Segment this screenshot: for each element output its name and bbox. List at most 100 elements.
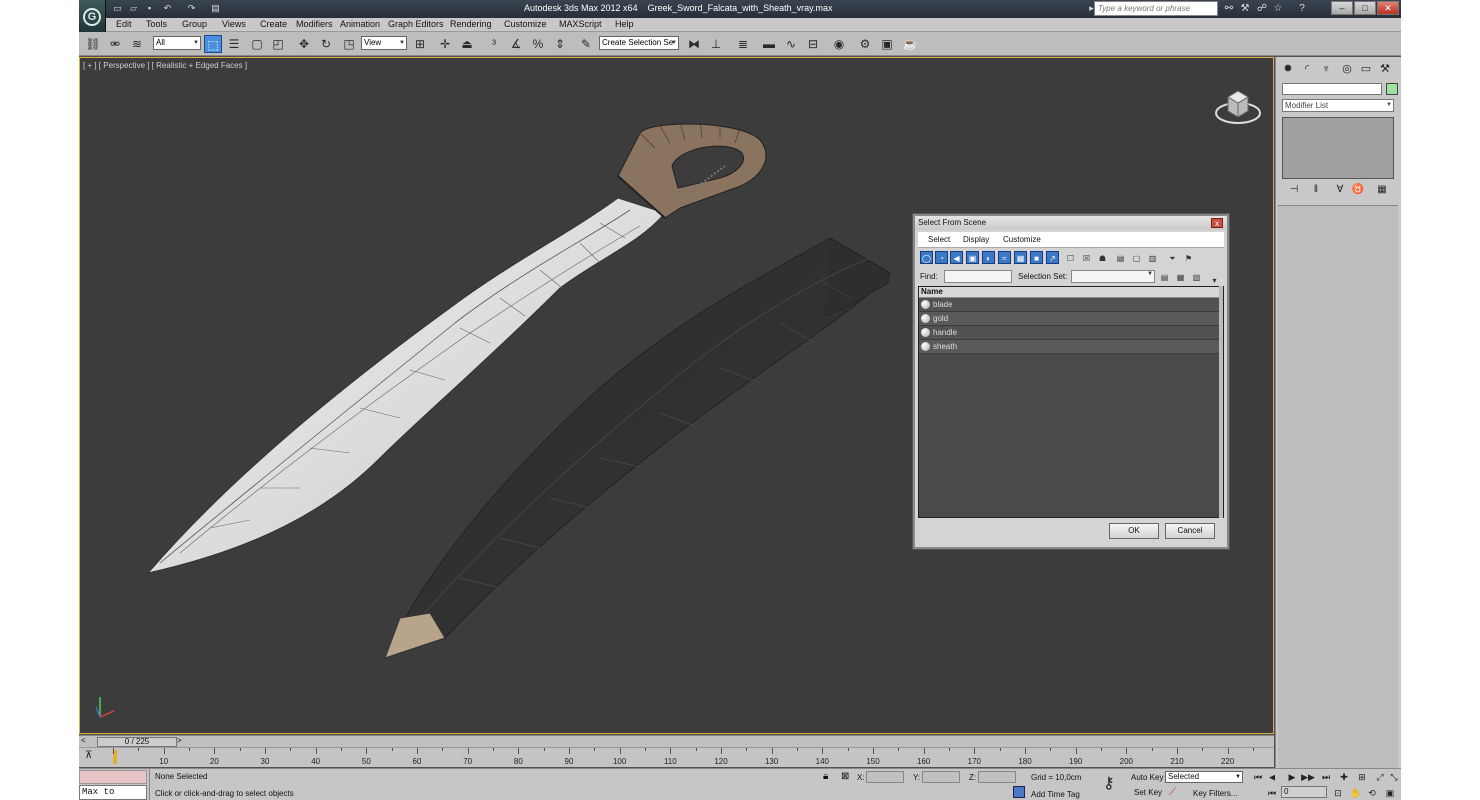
key-mode-dropdown[interactable]: Selected xyxy=(1165,771,1243,783)
minimize-button[interactable]: – xyxy=(1331,1,1353,15)
snaps-toggle-icon[interactable]: ³ xyxy=(485,35,503,53)
menu-group[interactable]: Group xyxy=(182,19,207,29)
percent-snap-icon[interactable]: % xyxy=(529,35,547,53)
display-all-icon[interactable]: ☐ xyxy=(1064,251,1077,264)
cancel-button[interactable]: Cancel xyxy=(1165,523,1215,539)
selection-filter-dropdown[interactable]: All xyxy=(153,36,201,50)
select-link-icon[interactable]: ⛓ xyxy=(84,35,102,53)
menu-maxscript[interactable]: MAXScript xyxy=(559,19,602,29)
filter-settings-icon[interactable]: ⚑ xyxy=(1182,251,1195,264)
select-by-name-icon[interactable]: ☰ xyxy=(225,35,243,53)
orbit-icon[interactable]: ⟲ xyxy=(1365,787,1379,799)
display-xrefs-icon[interactable]: ■ xyxy=(1030,251,1043,264)
ok-button[interactable]: OK xyxy=(1109,523,1159,539)
display-bones-icon[interactable]: ↗ xyxy=(1046,251,1059,264)
track-bar[interactable]: ⊼ 10 20 30 40 50 60 70 80 90 100 110 120 130 140 150 16… xyxy=(79,747,1274,767)
graphite-ribbon-icon[interactable]: ▬ xyxy=(760,35,778,53)
viewcube-icon[interactable] xyxy=(1214,83,1262,127)
mini-curve-editor-icon[interactable]: ⊼ xyxy=(85,750,92,761)
play-icon[interactable]: ▶ xyxy=(1285,771,1299,783)
rendered-frame-window-icon[interactable]: ▣ xyxy=(878,35,896,53)
display-cameras-icon[interactable]: ▣ xyxy=(966,251,979,264)
rectangular-selection-icon[interactable]: ▢ xyxy=(248,35,266,53)
display-shapes-icon[interactable]: ◔ xyxy=(935,251,948,264)
menu-modifiers[interactable]: Modifiers xyxy=(296,19,333,29)
rotate-icon[interactable]: ↻ xyxy=(317,35,335,53)
search-input[interactable]: Type a keyword or phrase xyxy=(1094,1,1218,16)
select-none-icon[interactable]: ▢ xyxy=(1130,251,1143,264)
modify-tab-icon[interactable]: ◜ xyxy=(1299,61,1315,77)
add-time-tag-button[interactable]: Add Time Tag xyxy=(1031,790,1080,799)
create-selection-set-icon[interactable]: ▤ xyxy=(1158,270,1171,283)
remove-modifier-icon[interactable]: ♉ xyxy=(1350,183,1366,197)
go-to-start-icon[interactable]: ⏮ xyxy=(1251,771,1265,783)
scale-icon[interactable]: ◳ xyxy=(340,35,358,53)
reference-coordinate-dropdown[interactable]: View xyxy=(361,36,407,50)
set-key-icon[interactable]: ⚷ xyxy=(1103,773,1115,793)
zoom-extents-icon[interactable]: ⤢ xyxy=(1373,771,1387,783)
binoculars-icon[interactable]: ⚯ xyxy=(1222,2,1236,16)
zoom-icon[interactable]: ✚ xyxy=(1337,771,1351,783)
set-key-button[interactable]: Set Key xyxy=(1134,788,1162,797)
menu-edit[interactable]: Edit xyxy=(116,19,132,29)
find-input[interactable] xyxy=(944,270,1012,283)
dialog-menu-customize[interactable]: Customize xyxy=(1003,235,1041,244)
show-end-result-icon[interactable]: ‖ xyxy=(1308,183,1324,197)
modifier-stack[interactable] xyxy=(1282,117,1394,179)
list-scrollbar[interactable] xyxy=(1219,286,1223,518)
display-invert-icon[interactable]: ☗ xyxy=(1096,251,1109,264)
current-frame-field[interactable]: 0 xyxy=(1281,786,1327,798)
menu-help[interactable]: Help xyxy=(615,19,634,29)
list-item[interactable]: sheath xyxy=(919,340,1221,354)
create-tab-icon[interactable]: ✹ xyxy=(1280,61,1296,77)
menu-customize[interactable]: Customize xyxy=(504,19,547,29)
align-icon[interactable]: ⊥ xyxy=(707,35,725,53)
select-object-icon[interactable]: ⬚ xyxy=(204,35,222,53)
dialog-menu-display[interactable]: Display xyxy=(963,235,989,244)
curve-editor-icon[interactable]: ∿ xyxy=(782,35,800,53)
display-helpers-icon[interactable]: ◐ xyxy=(982,251,995,264)
mirror-icon[interactable]: ⧓ xyxy=(685,35,703,53)
lock-selection-icon[interactable]: 🔒︎ xyxy=(823,771,828,782)
window-crossing-icon[interactable]: ◰ xyxy=(269,35,287,53)
time-slider[interactable]: 0 / 225 xyxy=(97,737,177,747)
keyboard-shortcut-override-icon[interactable]: ⏏ xyxy=(458,35,476,53)
key-filters-button[interactable]: Key Filters... xyxy=(1193,789,1237,798)
menu-tools[interactable]: Tools xyxy=(146,19,167,29)
modifier-list-dropdown[interactable]: Modifier List xyxy=(1282,99,1394,112)
prev-frame-arrow-icon[interactable]: < xyxy=(81,736,86,745)
app-menu-button[interactable]: G xyxy=(79,0,106,34)
list-item[interactable]: blade xyxy=(919,298,1221,312)
help-icon[interactable]: ? xyxy=(1295,2,1309,16)
list-item[interactable]: gold xyxy=(919,312,1221,326)
remove-from-selection-set-icon[interactable]: ▧ xyxy=(1190,270,1203,283)
name-column-header[interactable]: Name xyxy=(919,287,1223,298)
project-folder-icon[interactable]: ▤ xyxy=(209,2,222,15)
display-spacewarps-icon[interactable]: ≈ xyxy=(998,251,1011,264)
menu-create[interactable]: Create xyxy=(260,19,287,29)
new-file-icon[interactable]: ▭ xyxy=(111,2,124,15)
object-name-field[interactable] xyxy=(1282,83,1382,95)
next-frame-icon[interactable]: ▶▶ xyxy=(1301,771,1315,783)
bind-space-warp-icon[interactable]: ≋ xyxy=(128,35,146,53)
add-to-selection-set-icon[interactable]: ▦ xyxy=(1174,270,1187,283)
menu-views[interactable]: Views xyxy=(222,19,246,29)
named-selection-dropdown[interactable]: Create Selection Se xyxy=(599,36,679,50)
configure-modifier-sets-icon[interactable]: ▦ xyxy=(1374,183,1390,197)
redo-icon[interactable]: ↷ xyxy=(185,2,198,15)
maxscript-listener-mini[interactable] xyxy=(79,770,147,784)
list-item[interactable]: handle xyxy=(919,326,1221,340)
handle-object[interactable] xyxy=(617,120,767,219)
blade-object[interactable] xyxy=(146,197,666,574)
save-file-icon[interactable]: ▪ xyxy=(143,2,156,15)
object-color-swatch[interactable] xyxy=(1386,83,1398,95)
schematic-view-icon[interactable]: ⊟ xyxy=(804,35,822,53)
absolute-mode-icon[interactable]: ⊠ xyxy=(841,771,849,782)
move-icon[interactable]: ✥ xyxy=(295,35,313,53)
display-lights-icon[interactable]: ◀ xyxy=(950,251,963,264)
undo-icon[interactable]: ↶ xyxy=(161,2,174,15)
spinner-snap-icon[interactable]: ⇕ xyxy=(551,35,569,53)
maxscript-mini-listener[interactable]: Max to Physc xyxy=(79,785,147,800)
maximize-button[interactable]: □ xyxy=(1354,1,1376,15)
make-unique-icon[interactable]: ∀ xyxy=(1332,183,1348,197)
